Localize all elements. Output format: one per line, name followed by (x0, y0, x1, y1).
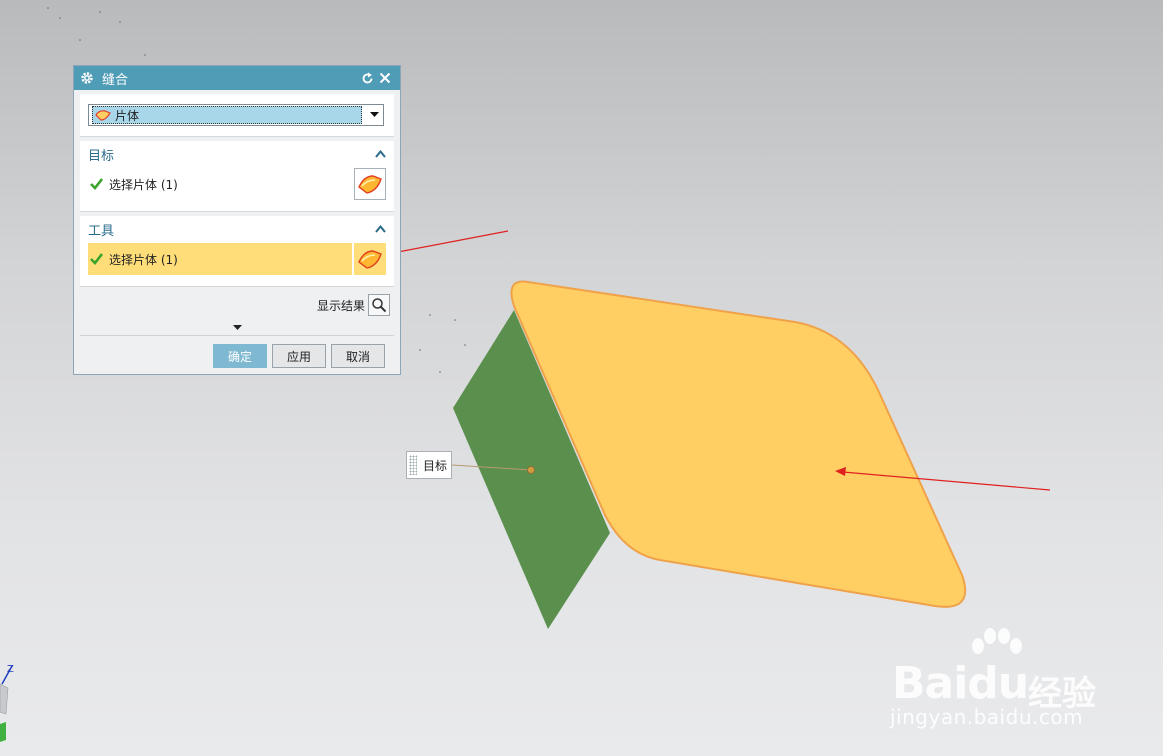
sheet-body-icon (95, 109, 111, 121)
tool-select-label: 选择片体 (1) (109, 252, 178, 267)
sheet-body-icon (357, 248, 383, 270)
view-triad-icon[interactable]: Z (0, 664, 14, 742)
drag-handle[interactable] (409, 455, 417, 475)
reset-icon[interactable] (358, 69, 376, 87)
target-tag[interactable]: 目标 (406, 451, 452, 479)
cancel-button[interactable]: 取消 (331, 344, 385, 368)
close-icon[interactable] (376, 69, 394, 87)
apply-button[interactable]: 应用 (272, 344, 326, 368)
chevron-down-icon[interactable] (232, 325, 242, 331)
target-section-header[interactable]: 目标 (80, 141, 394, 167)
collapse-icon[interactable] (375, 225, 386, 233)
target-section-title: 目标 (88, 148, 115, 164)
type-dropdown-value: 片体 (115, 108, 140, 123)
select-sheet-button[interactable] (354, 243, 386, 275)
sew-dialog: 缝合 片体 目标 选择片体 (1) 工具 选择片体 (1) 显示结果 确定 应用… (73, 65, 401, 375)
dialog-buttons: 确定 应用 取消 (74, 336, 400, 376)
magnifier-icon (371, 297, 387, 313)
chevron-down-icon[interactable] (365, 112, 383, 118)
type-dropdown[interactable]: 片体 (88, 104, 384, 126)
watermark-brand: Baidu (892, 658, 1029, 709)
dialog-titlebar[interactable]: 缝合 (74, 66, 400, 90)
tool-selection-row[interactable]: 选择片体 (1) (80, 242, 394, 276)
check-icon (90, 178, 103, 190)
target-selection-row[interactable]: 选择片体 (1) (80, 167, 394, 201)
ok-button[interactable]: 确定 (213, 344, 267, 368)
target-select-label: 选择片体 (1) (109, 177, 178, 192)
sheet-body-icon (357, 173, 383, 195)
show-result-label: 显示结果 (316, 298, 365, 313)
tool-section-title: 工具 (88, 223, 115, 239)
axis-z-label: Z (7, 664, 14, 675)
type-section: 片体 (80, 94, 394, 137)
baidu-jingyan-watermark: Baidu 经验 jingyan.baidu.com (888, 628, 1103, 729)
target-section: 目标 选择片体 (1) (80, 141, 394, 212)
target-tag-anchor (527, 466, 535, 474)
target-tag-label: 目标 (423, 458, 448, 473)
dialog-title: 缝合 (102, 72, 129, 88)
tool-section-header[interactable]: 工具 (80, 216, 394, 242)
watermark-url: jingyan.baidu.com (890, 705, 1084, 729)
gear-icon (80, 71, 94, 85)
select-sheet-button[interactable] (354, 168, 386, 200)
show-result-button[interactable] (368, 294, 390, 316)
collapse-icon[interactable] (375, 150, 386, 158)
more-options-toggle[interactable] (80, 321, 394, 336)
show-result-row: 显示结果 (74, 289, 400, 321)
tool-section: 工具 选择片体 (1) (80, 216, 394, 287)
check-icon (90, 253, 103, 265)
